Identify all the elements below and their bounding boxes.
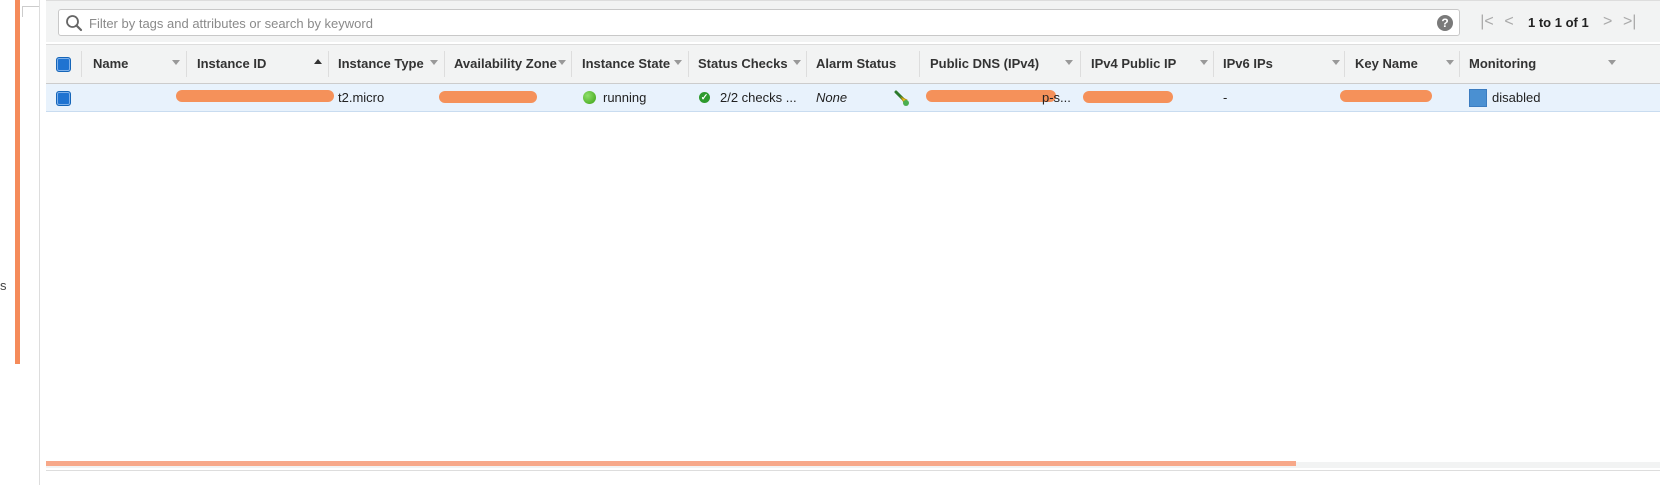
column-header-instance-type[interactable]: Instance Type — [338, 45, 424, 83]
bottom-divider — [46, 470, 1660, 471]
left-panel-text: s — [0, 278, 7, 293]
prev-page-icon[interactable]: < — [1498, 13, 1520, 31]
first-page-icon[interactable]: |< — [1476, 13, 1498, 31]
column-header-status-checks[interactable]: Status Checks — [698, 45, 788, 83]
help-icon[interactable]: ? — [1437, 15, 1453, 31]
chevron-down-icon[interactable] — [1065, 60, 1073, 65]
alarm-icon[interactable] — [893, 89, 911, 107]
column-header-ipv6-ips[interactable]: IPv6 IPs — [1223, 45, 1273, 83]
chevron-down-icon[interactable] — [430, 60, 438, 65]
cell-alarm-status: None — [816, 90, 848, 105]
table-header: Name Instance ID Instance Type Availabil… — [46, 44, 1660, 84]
chevron-down-icon[interactable] — [1200, 60, 1208, 65]
left-panel: s — [0, 0, 44, 485]
cell-status-checks[interactable]: 2/2 checks ... — [720, 84, 797, 111]
pagination-text: 1 to 1 of 1 — [1528, 14, 1589, 30]
search-icon — [66, 15, 83, 32]
column-header-key-name[interactable]: Key Name — [1355, 45, 1418, 83]
chevron-down-icon[interactable] — [172, 60, 180, 65]
left-panel-border — [39, 0, 40, 485]
chevron-down-icon[interactable] — [1446, 60, 1454, 65]
column-header-ipv4-public-ip[interactable]: IPv4 Public IP — [1091, 45, 1176, 83]
column-separator — [919, 51, 920, 77]
pagination: |< < 1 to 1 of 1 > >| — [1476, 12, 1641, 32]
column-header-instance-id[interactable]: Instance ID — [197, 45, 266, 83]
column-header-name[interactable]: Name — [93, 45, 128, 83]
redacted-public-dns — [926, 90, 1056, 102]
filter-toolbar: ? |< < 1 to 1 of 1 > >| — [46, 4, 1660, 42]
sort-ascending-icon[interactable] — [314, 59, 322, 64]
row-checkbox[interactable] — [56, 91, 71, 106]
column-separator — [81, 51, 82, 77]
redacted-availability-zone — [439, 91, 537, 103]
column-separator — [328, 51, 329, 77]
redacted-ipv4-public-ip — [1083, 91, 1173, 103]
column-separator — [186, 51, 187, 77]
column-header-monitoring[interactable]: Monitoring — [1469, 45, 1536, 83]
monitoring-square-icon — [1469, 89, 1487, 107]
horizontal-scrollbar-thumb[interactable] — [46, 461, 1296, 466]
column-separator — [1344, 51, 1345, 77]
left-panel-bracket — [22, 6, 39, 17]
chevron-down-icon[interactable] — [674, 60, 682, 65]
running-status-icon — [583, 91, 596, 104]
check-passed-icon: ✓ — [699, 92, 710, 103]
left-panel-accent — [15, 0, 20, 364]
chevron-down-icon[interactable] — [1332, 60, 1340, 65]
cell-public-dns-suffix: p-s... — [1042, 90, 1071, 105]
column-separator — [688, 51, 689, 77]
column-header-public-dns[interactable]: Public DNS (IPv4) — [930, 45, 1039, 83]
cell-ipv6-ips: - — [1223, 90, 1228, 105]
select-all-checkbox[interactable] — [56, 57, 71, 72]
table-row[interactable]: t2.micro running ✓ 2/2 checks ... None p… — [46, 84, 1660, 112]
column-header-instance-state[interactable]: Instance State — [582, 45, 670, 83]
last-page-icon[interactable]: >| — [1619, 13, 1641, 31]
cell-instance-type: t2.micro — [338, 90, 385, 105]
column-separator — [571, 51, 572, 77]
column-separator — [806, 51, 807, 77]
chevron-down-icon[interactable] — [1608, 60, 1616, 65]
column-header-availability-zone[interactable]: Availability Zone — [454, 45, 557, 83]
instances-panel: ? |< < 1 to 1 of 1 > >| Name Instance ID… — [46, 0, 1660, 485]
cell-monitoring: disabled — [1492, 90, 1541, 105]
column-header-alarm-status[interactable]: Alarm Status — [816, 45, 896, 83]
chevron-down-icon[interactable] — [793, 60, 801, 65]
search-input[interactable] — [87, 12, 1431, 34]
next-page-icon[interactable]: > — [1597, 13, 1619, 31]
column-separator — [1213, 51, 1214, 77]
redacted-instance-id — [176, 90, 334, 102]
column-separator — [1080, 51, 1081, 77]
cell-instance-state: running — [603, 90, 647, 105]
redacted-key-name — [1340, 90, 1432, 102]
chevron-down-icon[interactable] — [558, 60, 566, 65]
column-separator — [1459, 51, 1460, 77]
search-box[interactable]: ? — [58, 9, 1460, 36]
column-separator — [444, 51, 445, 77]
